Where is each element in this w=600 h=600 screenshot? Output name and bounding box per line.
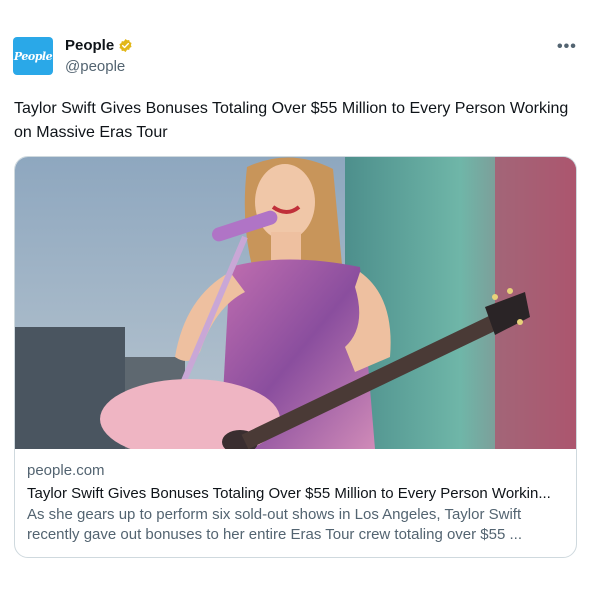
card-body: people.com Taylor Swift Gives Bonuses To… [27,461,567,545]
author-name: People [65,37,115,54]
tweet-text: Taylor Swift Gives Bonuses Totaling Over… [14,100,569,141]
avatar[interactable]: People [13,37,53,75]
verified-badge-icon [119,38,132,53]
card-description: As she gears up to perform six sold-out … [27,506,522,543]
avatar-logo-text: People [13,49,53,63]
card-image [15,157,576,449]
tweet: People People @people ••• Taylor Swift G… [0,0,600,600]
link-card[interactable]: people.com Taylor Swift Gives Bonuses To… [14,156,577,558]
more-options-icon[interactable]: ••• [557,38,577,56]
card-title: Taylor Swift Gives Bonuses Totaling Over… [27,485,551,502]
author-name-row[interactable]: People [65,37,133,54]
card-domain: people.com [27,462,105,479]
author-handle[interactable]: @people [65,58,125,75]
